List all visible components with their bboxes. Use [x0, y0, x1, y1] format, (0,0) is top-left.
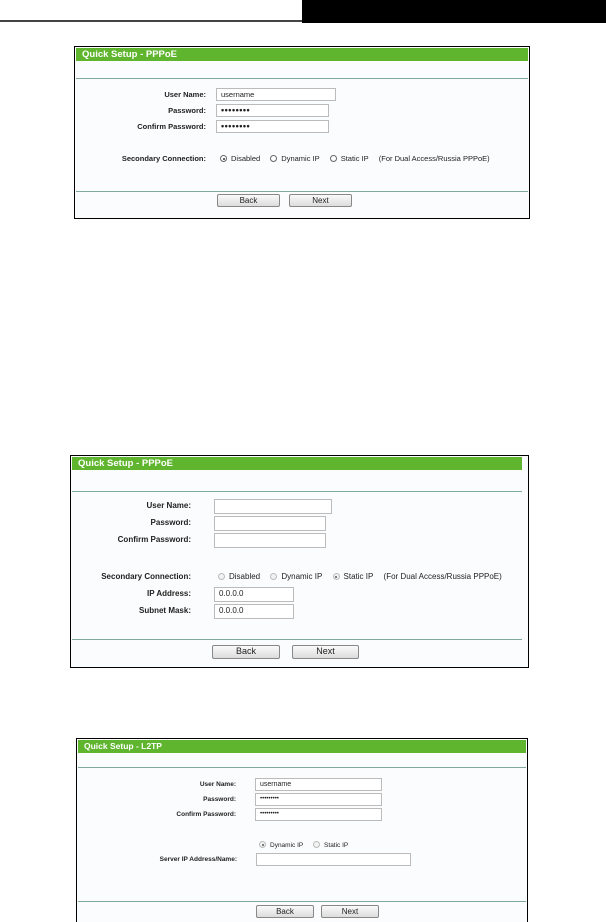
ip-address-input[interactable]: 0.0.0.0: [214, 587, 294, 602]
username-input[interactable]: [214, 499, 332, 514]
confirm-password-row: Confirm Password:: [71, 532, 528, 548]
radio-disabled[interactable]: Disabled: [218, 569, 260, 585]
back-button[interactable]: Back: [217, 194, 280, 207]
username-label: User Name:: [164, 90, 206, 99]
username-input[interactable]: username: [216, 88, 336, 101]
server-row: Server IP Address/Name:: [77, 852, 527, 868]
confirm-password-row: Confirm Password: •••••••••: [77, 807, 527, 823]
radio-checked-icon: [332, 573, 340, 580]
radio-unchecked-icon: [218, 573, 225, 580]
next-button[interactable]: Next: [292, 645, 359, 659]
radio-unchecked-icon: [270, 155, 278, 162]
ip-address-label: IP Address:: [146, 589, 191, 598]
subnet-mask-input[interactable]: 0.0.0.0: [214, 604, 294, 619]
radio-label: Dynamic IP: [270, 842, 304, 849]
back-button[interactable]: Back: [256, 905, 314, 918]
radio-label: Static IP: [324, 842, 349, 849]
l2tp-panel: Quick Setup - L2TP User Name: username P…: [76, 738, 528, 922]
password-row: Password: •••••••••: [77, 792, 527, 808]
password-input[interactable]: •••••••••: [255, 793, 382, 806]
password-input[interactable]: [214, 516, 326, 531]
radio-static-ip[interactable]: Static IP: [332, 569, 374, 585]
password-label: Password:: [150, 518, 191, 527]
confirm-password-input[interactable]: ••••••••: [216, 120, 329, 133]
username-row: User Name: username: [75, 87, 529, 103]
username-label: User Name:: [146, 501, 191, 510]
radio-checked-icon: [220, 155, 227, 162]
pppoe-panel-1: Quick Setup - PPPoE User Name: username …: [74, 46, 530, 219]
password-input[interactable]: ••••••••: [216, 104, 329, 117]
separator: [72, 491, 522, 492]
confirm-password-input[interactable]: •••••••••: [255, 808, 382, 821]
confirm-password-input[interactable]: [214, 533, 326, 548]
secondary-connection-row: Secondary Connection: Disabled Dynamic I…: [75, 151, 529, 167]
radio-unchecked-icon: [329, 155, 337, 162]
subnet-mask-label: Subnet Mask:: [138, 606, 191, 615]
page-header-rule: [0, 0, 302, 22]
radio-disabled[interactable]: Disabled: [220, 151, 260, 167]
pppoe-panel-2: Quick Setup - PPPoE User Name: Password:…: [70, 455, 529, 668]
radio-label: Static IP: [343, 572, 374, 581]
radio-static-ip[interactable]: Static IP: [329, 151, 369, 167]
separator: [76, 78, 528, 79]
radio-label: Disabled: [229, 572, 261, 581]
username-input[interactable]: username: [255, 778, 382, 791]
server-input[interactable]: [256, 853, 411, 866]
username-row: User Name:: [71, 498, 528, 514]
secondary-connection-radios: Disabled Dynamic IP Static IP (For Dual …: [220, 151, 490, 167]
radio-label: Disabled: [231, 154, 261, 163]
secondary-connection-row: Secondary Connection: Disabled Dynamic I…: [71, 569, 528, 585]
radio-dynamic-ip[interactable]: Dynamic IP: [270, 569, 322, 585]
password-row: Password:: [71, 515, 528, 531]
confirm-password-label: Confirm Password:: [137, 122, 206, 131]
next-button[interactable]: Next: [289, 194, 352, 207]
confirm-password-label: Confirm Password:: [176, 811, 236, 818]
separator: [78, 901, 526, 902]
secondary-connection-label: Secondary Connection:: [101, 572, 191, 581]
secondary-connection-radios: Disabled Dynamic IP Static IP (For Dual …: [218, 569, 502, 585]
ip-address-row: IP Address: 0.0.0.0: [71, 586, 528, 602]
panel-title: Quick Setup - PPPoE: [72, 457, 522, 470]
server-label: Server IP Address/Name:: [159, 856, 237, 863]
password-label: Password:: [168, 106, 206, 115]
separator: [78, 767, 526, 768]
username-row: User Name: username: [77, 777, 527, 793]
next-button[interactable]: Next: [321, 905, 379, 918]
radio-label: Dynamic IP: [281, 154, 320, 163]
username-label: User Name:: [199, 781, 236, 788]
radio-label: Dynamic IP: [281, 572, 323, 581]
radio-dynamic-ip[interactable]: Dynamic IP: [270, 151, 320, 167]
password-label: Password:: [203, 796, 236, 803]
panel-title: Quick Setup - PPPoE: [76, 48, 528, 61]
radio-unchecked-icon: [313, 841, 321, 848]
password-row: Password: ••••••••: [75, 103, 529, 119]
secondary-connection-label: Secondary Connection:: [121, 154, 206, 163]
separator: [76, 191, 528, 192]
radio-label: Static IP: [340, 154, 369, 163]
secondary-connection-note: (For Dual Access/Russia PPPoE): [378, 154, 490, 163]
radio-checked-icon: [259, 841, 266, 848]
page-header-block: [302, 0, 606, 23]
confirm-password-row: Confirm Password: ••••••••: [75, 119, 529, 135]
back-button[interactable]: Back: [212, 645, 280, 659]
separator: [72, 639, 522, 640]
secondary-connection-note: (For Dual Access/Russia PPPoE): [383, 572, 502, 581]
radio-unchecked-icon: [270, 573, 278, 580]
panel-title: Quick Setup - L2TP: [78, 740, 526, 753]
confirm-password-label: Confirm Password:: [117, 535, 191, 544]
subnet-mask-row: Subnet Mask: 0.0.0.0: [71, 603, 528, 619]
